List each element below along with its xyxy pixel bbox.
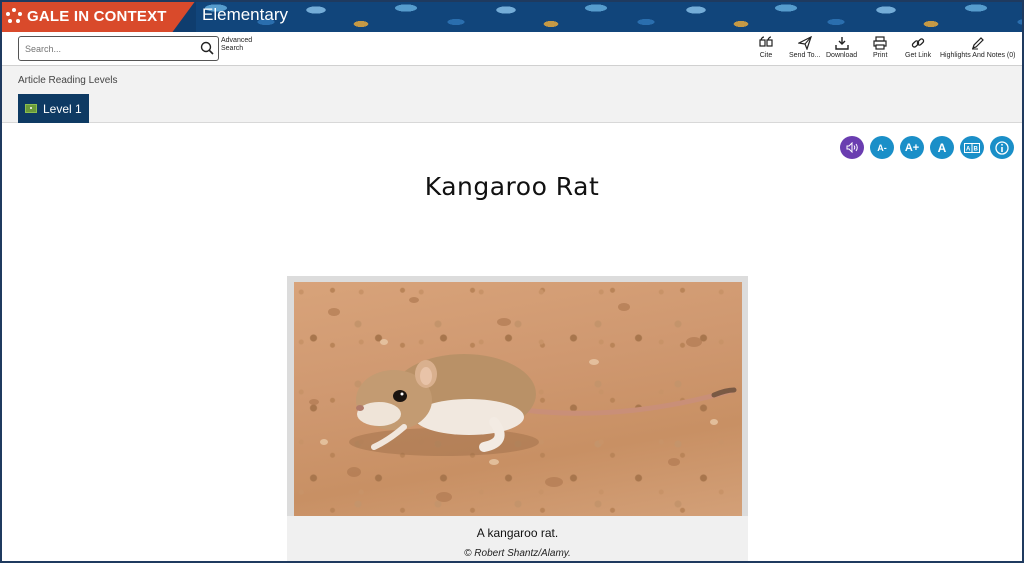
kangaroo-rat-image[interactable] [294,282,742,516]
listen-button[interactable] [840,136,864,159]
search-icon[interactable] [200,41,214,55]
top-banner: GALE IN CONTEXT Elementary [0,0,1024,32]
brand-logo-link[interactable]: GALE IN CONTEXT [0,0,196,32]
toolbar: Advanced Search Cite Send To... Download [2,32,1022,66]
send-to-button[interactable]: Send To... [789,36,820,59]
image-caption: A kangaroo rat. [476,526,559,540]
info-button[interactable] [990,136,1014,159]
highlights-notes-button[interactable]: Highlights And Notes (0) [940,36,1015,59]
pencil-icon [971,37,984,50]
search-input[interactable] [19,37,194,60]
advanced-search-label-2: Search [221,45,244,52]
font-style-label: A [937,140,947,155]
send-to-label: Send To... [789,52,821,59]
gale-logo-icon [6,8,22,24]
font-decrease-button[interactable]: A- [870,136,894,159]
font-decrease-label: A- [877,142,887,153]
article-figure: A kangaroo rat. © Robert Shantz/Alamy. [287,276,748,563]
banner-decoration [196,0,1024,32]
edition-name: Elementary [202,5,288,24]
font-style-button[interactable]: A [930,136,954,159]
get-link-button[interactable]: Get Link [905,36,931,59]
print-icon [873,36,887,50]
quote-icon [759,36,773,47]
reading-levels-bar: Article Reading Levels Level 1 [2,66,1022,123]
print-button[interactable]: Print [873,36,887,59]
image-credit: © Robert Shantz/Alamy. [464,548,571,559]
kangaroo-rat-illustration [309,297,737,502]
search-box [18,36,219,61]
speaker-icon [846,142,858,153]
download-label: Download [826,52,858,59]
print-label: Print [873,52,888,59]
advanced-search-link[interactable]: Advanced Search [221,37,261,53]
reading-levels-label: Article Reading Levels [18,75,118,86]
send-icon [797,36,812,50]
font-increase-button[interactable]: A+ [900,136,924,159]
cite-label: Cite [759,52,773,59]
svg-text:B: B [974,146,979,152]
svg-text:A: A [966,146,971,152]
translate-icon: A B [964,142,980,153]
tab-level-1[interactable]: Level 1 [18,94,89,123]
highlights-notes-label: Highlights And Notes (0) [940,52,1016,59]
get-link-label: Get Link [905,52,932,59]
download-button[interactable]: Download [826,36,857,59]
advanced-search-label-1: Advanced [221,37,253,44]
info-icon [995,140,1009,155]
brand-name: GALE IN CONTEXT [27,7,167,25]
translate-button[interactable]: A B [960,136,984,159]
link-icon [911,38,925,48]
level-tab-label: Level 1 [43,101,82,116]
cite-button[interactable]: Cite [759,36,773,59]
download-icon [834,37,849,50]
article-title: Kangaroo Rat [424,172,600,201]
font-increase-label: A+ [904,141,920,154]
level-icon [25,104,37,113]
